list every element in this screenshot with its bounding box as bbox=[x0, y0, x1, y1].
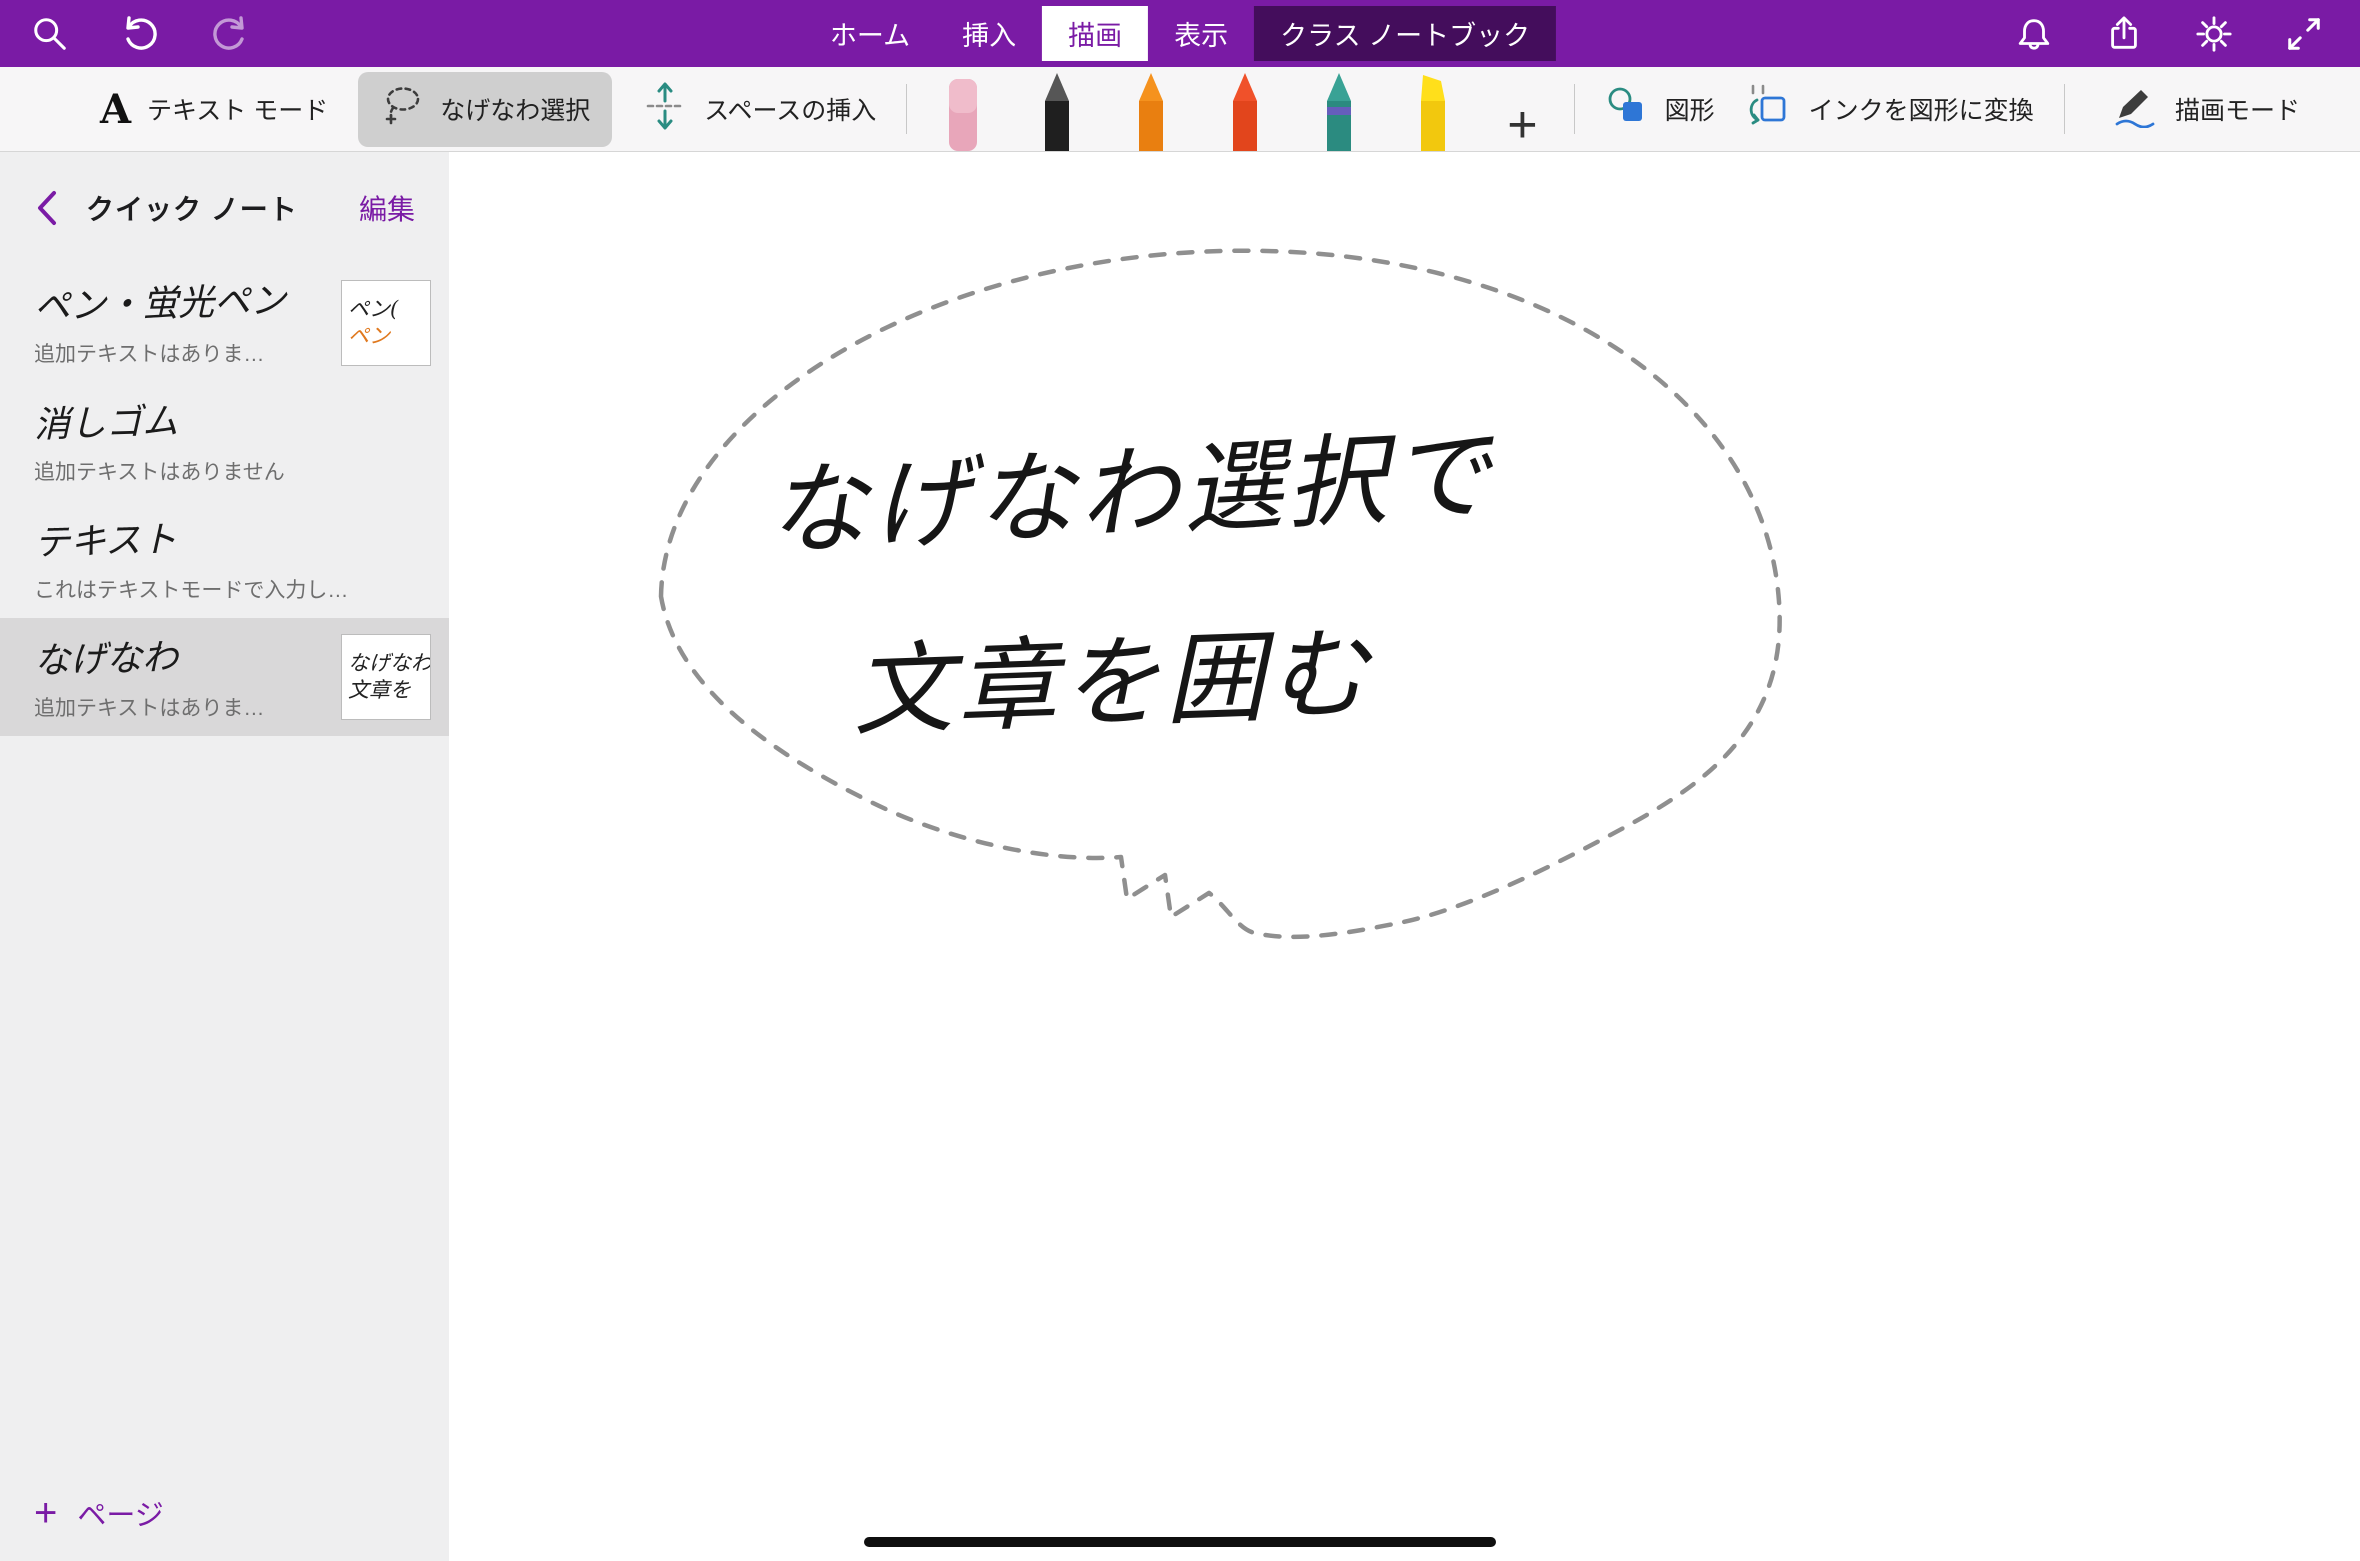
draw-toolbar: A テキスト モード なげなわ選択 bbox=[0, 67, 2360, 152]
handwritten-ink-line-1: なげなわ選択で bbox=[764, 415, 1499, 570]
pen-orange-tool[interactable] bbox=[1125, 71, 1177, 151]
redo-icon[interactable] bbox=[208, 12, 252, 56]
fullscreen-expand-icon[interactable] bbox=[2282, 12, 2326, 56]
page-item-title: 消しゴム bbox=[33, 386, 431, 448]
ink-layer: なげなわ選択で 文章を囲む bbox=[449, 152, 2360, 1561]
edit-button[interactable]: 編集 bbox=[359, 188, 415, 228]
drawing-canvas[interactable]: なげなわ選択で 文章を囲む bbox=[449, 152, 2360, 1561]
page-item-text-page[interactable]: テキスト これはテキストモードで入力し… bbox=[0, 500, 449, 618]
page-item-text: テキスト これはテキストモードで入力し… bbox=[34, 514, 431, 604]
tab-draw[interactable]: 描画 bbox=[1042, 6, 1148, 61]
page-item-subtitle: これはテキストモードで入力し… bbox=[34, 574, 431, 604]
handwritten-ink-line-2: 文章を囲む bbox=[851, 615, 1376, 750]
tab-class-notebook[interactable]: クラス ノートブック bbox=[1254, 6, 1556, 61]
back-chevron-icon[interactable] bbox=[34, 188, 60, 228]
page-item-title: テキスト bbox=[33, 504, 431, 566]
draw-mode-pen-icon bbox=[2111, 84, 2159, 135]
thumbnail-ink-line: 文章を bbox=[348, 678, 424, 703]
pen-tray: + bbox=[937, 67, 1543, 151]
toolbar-divider bbox=[1574, 84, 1575, 134]
lasso-select-label: なげなわ選択 bbox=[440, 91, 590, 127]
main-area: クイック ノート 編集 ペン・蛍光ペン 追加テキストはありま… ペン( ペン bbox=[0, 152, 2360, 1561]
add-page-button[interactable]: + ページ bbox=[0, 1465, 449, 1561]
ink-to-shape-button[interactable]: インクを図形に変換 bbox=[1745, 82, 2034, 137]
page-sidebar: クイック ノート 編集 ペン・蛍光ペン 追加テキストはありま… ペン( ペン bbox=[0, 152, 449, 1561]
shapes-icon bbox=[1605, 84, 1649, 135]
settings-gear-icon[interactable] bbox=[2192, 12, 2236, 56]
page-item-subtitle: 追加テキストはありま… bbox=[34, 338, 327, 368]
tab-insert[interactable]: 挿入 bbox=[936, 6, 1042, 61]
text-mode-button[interactable]: A テキスト モード bbox=[100, 86, 328, 133]
insert-space-label: スペースの挿入 bbox=[704, 91, 876, 127]
plus-icon: + bbox=[34, 1493, 57, 1533]
ink-to-shape-label: インクを図形に変換 bbox=[1809, 91, 2034, 127]
sidebar-header: クイック ノート 編集 bbox=[0, 152, 449, 264]
add-pen-button[interactable]: + bbox=[1501, 99, 1543, 151]
notifications-bell-icon[interactable] bbox=[2012, 12, 2056, 56]
undo-icon[interactable] bbox=[118, 12, 162, 56]
pen-black-tool[interactable] bbox=[1031, 71, 1083, 151]
page-item-text: なげなわ 追加テキストはありま… bbox=[34, 632, 327, 722]
toolbar-divider bbox=[2064, 84, 2065, 134]
text-mode-icon: A bbox=[100, 86, 131, 133]
tab-home[interactable]: ホーム bbox=[804, 6, 936, 61]
page-item-pen-highlighter[interactable]: ペン・蛍光ペン 追加テキストはありま… ペン( ペン bbox=[0, 264, 449, 382]
home-indicator[interactable] bbox=[864, 1537, 1496, 1547]
lasso-select-button[interactable]: なげなわ選択 bbox=[358, 72, 612, 147]
ink-to-shape-icon bbox=[1745, 82, 1793, 137]
page-item-eraser[interactable]: 消しゴム 追加テキストはありません bbox=[0, 382, 449, 500]
pen-teal-tool[interactable] bbox=[1313, 71, 1365, 151]
add-page-label: ページ bbox=[77, 1492, 163, 1534]
page-item-title: なげなわ bbox=[33, 624, 327, 684]
lasso-icon bbox=[380, 84, 424, 135]
page-thumbnail: ペン( ペン bbox=[341, 280, 431, 366]
ribbon-tabs: ホーム 挿入 描画 表示 クラス ノートブック bbox=[804, 0, 1556, 67]
page-item-subtitle: 追加テキストはありま… bbox=[34, 692, 327, 722]
insert-space-button[interactable]: スペースの挿入 bbox=[642, 80, 876, 139]
draw-mode-label: 描画モード bbox=[2175, 91, 2300, 127]
page-list: ペン・蛍光ペン 追加テキストはありま… ペン( ペン 消しゴム 追加テキストはあ… bbox=[0, 264, 449, 1465]
page-item-subtitle: 追加テキストはありません bbox=[34, 456, 431, 486]
shapes-label: 図形 bbox=[1665, 91, 1715, 127]
highlighter-yellow-tool[interactable] bbox=[1407, 71, 1459, 151]
toolbar-divider bbox=[906, 84, 907, 134]
insert-space-icon bbox=[642, 80, 688, 139]
share-icon[interactable] bbox=[2102, 12, 2146, 56]
notebook-section-title: クイック ノート bbox=[86, 188, 298, 228]
top-bar-left bbox=[0, 12, 252, 56]
text-mode-label: テキスト モード bbox=[147, 91, 328, 127]
search-icon[interactable] bbox=[28, 12, 72, 56]
draw-mode-button[interactable]: 描画モード bbox=[2111, 84, 2300, 135]
page-item-title: ペン・蛍光ペン bbox=[33, 270, 327, 330]
onenote-app: ホーム 挿入 描画 表示 クラス ノートブック bbox=[0, 0, 2360, 1561]
page-thumbnail: なげなわ 文章を bbox=[341, 634, 431, 720]
thumbnail-ink-line: なげなわ bbox=[348, 651, 424, 676]
marker-red-tool[interactable] bbox=[1219, 71, 1271, 151]
page-item-text: ペン・蛍光ペン 追加テキストはありま… bbox=[34, 278, 327, 368]
top-bar: ホーム 挿入 描画 表示 クラス ノートブック bbox=[0, 0, 2360, 67]
tab-view[interactable]: 表示 bbox=[1148, 6, 1254, 61]
eraser-tool[interactable] bbox=[937, 71, 989, 151]
page-item-lasso[interactable]: なげなわ 追加テキストはありま… なげなわ 文章を bbox=[0, 618, 449, 736]
shapes-button[interactable]: 図形 bbox=[1605, 84, 1715, 135]
thumbnail-ink-line: ペン bbox=[348, 324, 424, 349]
page-item-text: 消しゴム 追加テキストはありません bbox=[34, 396, 431, 486]
top-bar-right bbox=[2012, 12, 2360, 56]
thumbnail-ink-line: ペン( bbox=[348, 297, 424, 322]
lasso-selection-stroke[interactable] bbox=[661, 251, 1780, 937]
